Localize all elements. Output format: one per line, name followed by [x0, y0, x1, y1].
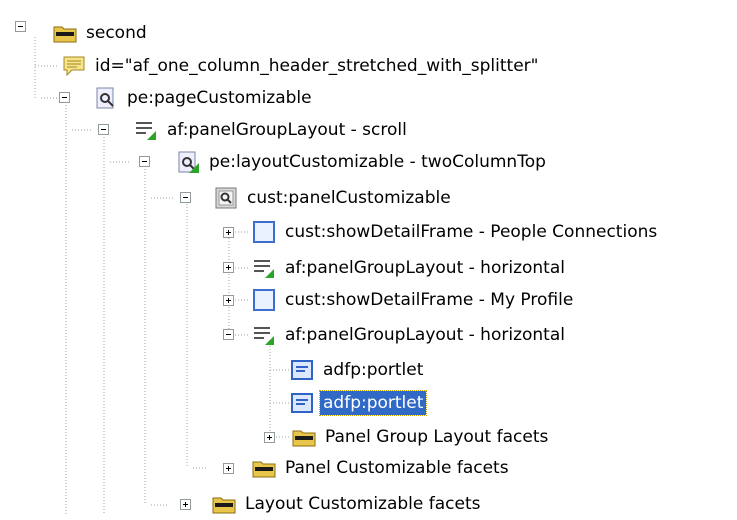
expand-toggle[interactable]	[223, 463, 234, 474]
collapse-toggle[interactable]	[223, 329, 234, 340]
folder-icon	[53, 26, 77, 43]
tree-node-label: cust:showDetailFrame - My Profile	[285, 290, 574, 310]
tree-node-panel-customizable[interactable]: cust:panelCustomizable	[214, 182, 454, 214]
tree-node-panel-group-layout-horizontal-expanded[interactable]: af:panelGroupLayout - horizontal	[252, 319, 568, 351]
collapse-toggle[interactable]	[98, 124, 109, 135]
tree-node-label: af:panelGroupLayout - horizontal	[285, 325, 565, 345]
tree-node-panel-group-layout-horizontal[interactable]: af:panelGroupLayout - horizontal	[252, 252, 568, 284]
expand-toggle[interactable]	[180, 499, 191, 510]
tree-node-label: second	[86, 23, 147, 43]
tree-node-page-customizable[interactable]: pe:pageCustomizable	[94, 82, 315, 114]
tree-node-panel-customizable-facets[interactable]: Panel Customizable facets	[252, 452, 512, 484]
tree-node-id-comment[interactable]: id="af_one_column_header_stretched_with_…	[62, 50, 541, 82]
panel-group-layout-icon	[254, 327, 274, 345]
tree-node-second[interactable]: second	[53, 17, 150, 49]
comment-icon	[63, 56, 85, 77]
tree-node-panel-group-layout-facets[interactable]: Panel Group Layout facets	[292, 421, 551, 453]
tree-node-label: af:panelGroupLayout - horizontal	[285, 258, 565, 278]
panel-customizable-icon	[215, 187, 237, 209]
expand-toggle[interactable]	[264, 432, 275, 443]
tree-node-label: af:panelGroupLayout - scroll	[167, 120, 407, 140]
collapse-toggle[interactable]	[15, 21, 26, 32]
folder-icon	[292, 430, 316, 447]
tree-node-label: Layout Customizable facets	[245, 494, 481, 514]
tree-node-show-detail-frame-people-connections[interactable]: cust:showDetailFrame - People Connection…	[252, 216, 660, 248]
tree-node-portlet-selected[interactable]: adfp:portlet	[290, 387, 428, 419]
tree-node-label: pe:layoutCustomizable - twoColumnTop	[209, 152, 546, 172]
tree-node-label: pe:pageCustomizable	[127, 88, 312, 108]
layout-customizable-icon	[178, 151, 199, 173]
tree-node-label: cust:panelCustomizable	[247, 188, 451, 208]
portlet-icon	[291, 360, 313, 380]
show-detail-frame-icon	[253, 289, 275, 311]
collapse-toggle[interactable]	[139, 156, 150, 167]
show-detail-frame-icon	[253, 221, 275, 243]
folder-icon	[212, 497, 236, 514]
folder-icon	[252, 461, 276, 478]
tree-node-label-selected: adfp:portlet	[318, 390, 428, 416]
tree-node-label: id="af_one_column_header_stretched_with_…	[95, 56, 539, 76]
tree-node-panel-group-layout-scroll[interactable]: af:panelGroupLayout - scroll	[134, 114, 410, 146]
tree-node-layout-customizable[interactable]: pe:layoutCustomizable - twoColumnTop	[176, 146, 549, 178]
structure-tree[interactable]: second id="af_one_column_header_stretche…	[0, 0, 737, 515]
expand-toggle[interactable]	[223, 295, 234, 306]
expand-toggle[interactable]	[223, 262, 234, 273]
tree-node-label: Panel Customizable facets	[285, 458, 509, 478]
collapse-toggle[interactable]	[59, 92, 70, 103]
tree-node-label: adfp:portlet	[323, 360, 424, 380]
tree-node-layout-customizable-facets[interactable]: Layout Customizable facets	[212, 488, 484, 520]
panel-group-layout-icon	[136, 122, 156, 140]
tree-node-show-detail-frame-my-profile[interactable]: cust:showDetailFrame - My Profile	[252, 284, 576, 316]
panel-group-layout-icon	[254, 260, 274, 278]
expand-toggle[interactable]	[223, 227, 234, 238]
customizable-page-icon	[96, 87, 114, 109]
tree-node-portlet[interactable]: adfp:portlet	[290, 354, 426, 386]
tree-node-label: Panel Group Layout facets	[325, 427, 549, 447]
collapse-toggle[interactable]	[180, 192, 191, 203]
portlet-icon	[291, 393, 313, 413]
tree-node-label: cust:showDetailFrame - People Connection…	[285, 222, 658, 242]
